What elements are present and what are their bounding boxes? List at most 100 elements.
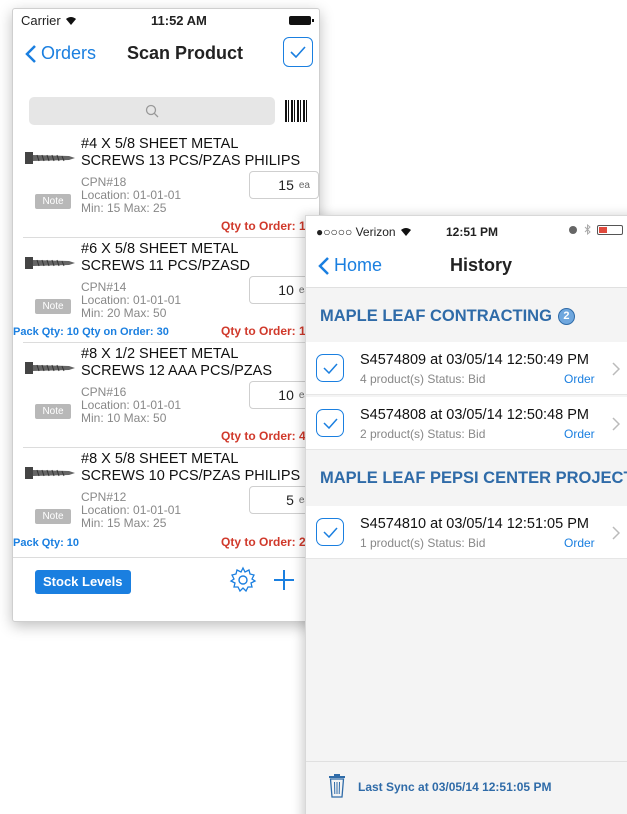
back-button[interactable]: Home [318, 255, 382, 276]
note-button[interactable]: Note [35, 509, 71, 524]
product-name-line1: #4 X 5/8 SHEET METAL [81, 136, 239, 152]
back-label: Orders [41, 43, 97, 63]
stock-levels-button[interactable]: Stock Levels [35, 570, 131, 594]
select-checkbox[interactable] [316, 409, 344, 437]
chevron-left-icon [25, 44, 36, 63]
history-meta: 4 product(s) Status: Bid [360, 372, 486, 386]
product-name-line1: #8 X 5/8 SHEET METAL [81, 451, 239, 467]
checkmark-icon [322, 527, 338, 538]
product-minmax: Min: 10 Max: 50 [81, 411, 167, 425]
bottom-toolbar: Stock Levels [13, 557, 319, 601]
back-label: Home [334, 255, 383, 275]
quantity-value: 10 [278, 282, 294, 298]
quantity-value: 5 [286, 492, 294, 508]
product-cpn: CPN#18 [81, 175, 127, 189]
page-title: History [450, 255, 513, 275]
qty-to-order: Qty to Order: 10 [221, 219, 313, 233]
product-name-line1: #6 X 5/8 SHEET METAL [81, 241, 239, 257]
quantity-field[interactable]: 15 ea [249, 171, 319, 199]
section-title: MAPLE LEAF CONTRACTING [320, 306, 552, 325]
history-row[interactable]: S4574808 at 03/05/14 12:50:48 PM 2 produ… [306, 397, 627, 450]
note-button[interactable]: Note [35, 299, 71, 314]
history-title: S4574809 at 03/05/14 12:50:49 PM [360, 352, 589, 368]
checkmark-icon [322, 363, 338, 374]
carrier-label: Carrier [21, 13, 61, 28]
qty-to-order: Qty to Order: 10 [221, 324, 313, 338]
product-name-line1: #8 X 1/2 SHEET METAL [81, 346, 239, 362]
trash-icon[interactable] [328, 774, 346, 798]
battery-icon [597, 224, 623, 235]
sync-footer: Last Sync at 03/05/14 12:51:05 PM [306, 761, 627, 811]
history-row[interactable]: S4574809 at 03/05/14 12:50:49 PM 4 produ… [306, 342, 627, 395]
product-row[interactable]: #8 X 1/2 SHEET METAL SCREWS 12 AAA PCS/PZ… [23, 343, 319, 448]
product-location: Location: 01-01-01 [81, 398, 182, 412]
barcode-scan-icon[interactable] [285, 100, 309, 122]
screw-icon [25, 362, 75, 374]
quantity-value: 15 [278, 177, 294, 193]
history-title: S4574808 at 03/05/14 12:50:48 PM [360, 407, 589, 423]
product-name-line2: SCREWS 10 PCS/PZAS PHILIPS [81, 468, 301, 484]
chevron-right-icon [612, 417, 620, 431]
product-minmax: Min: 15 Max: 25 [81, 201, 167, 215]
chevron-right-icon [612, 526, 620, 540]
history-row[interactable]: S4574810 at 03/05/14 12:51:05 PM 1 produ… [306, 506, 627, 559]
product-cpn: CPN#14 [81, 280, 127, 294]
status-bar: ●○○○○ Verizon 12:51 PM [306, 216, 627, 242]
history-meta: 1 product(s) Status: Bid [360, 536, 486, 550]
status-time: 11:52 AM [151, 13, 207, 28]
nav-bar: Home History [306, 242, 627, 288]
status-time: 12:51 PM [446, 225, 499, 239]
gear-icon[interactable] [229, 566, 257, 594]
select-checkbox[interactable] [316, 518, 344, 546]
select-checkbox[interactable] [316, 354, 344, 382]
confirm-button[interactable] [283, 37, 313, 67]
history-meta: 2 product(s) Status: Bid [360, 427, 486, 441]
quantity-unit: ea [298, 179, 310, 191]
product-location: Location: 01-01-01 [81, 188, 182, 202]
chevron-right-icon [612, 362, 620, 376]
product-minmax: Min: 20 Max: 50 [81, 306, 167, 320]
history-screen: ●○○○○ Verizon 12:51 PM Home History MAPL… [305, 215, 627, 814]
carrier-label: ●○○○○ Verizon [316, 225, 396, 239]
product-name-line2: SCREWS 12 AAA PCS/PZAS [81, 363, 272, 379]
status-bar: Carrier 11:52 AM [13, 9, 319, 31]
note-button[interactable]: Note [35, 404, 71, 419]
pack-qty: Pack Qty: 10 [13, 537, 80, 549]
product-cpn: CPN#16 [81, 385, 127, 399]
section-header: MAPLE LEAF PEPSI CENTER PROJECT 1 [306, 458, 627, 498]
section-header: MAPLE LEAF CONTRACTING 2 [306, 296, 627, 336]
screw-icon [25, 257, 75, 269]
battery-icon [289, 16, 314, 25]
back-button[interactable]: Orders [25, 43, 96, 64]
search-input[interactable] [29, 97, 275, 125]
order-link[interactable]: Order [564, 536, 595, 550]
qty-to-order: Qty to Order: 20 [221, 535, 313, 549]
pack-qty: Pack Qty: 10 Qty on Order: 30 [13, 326, 169, 338]
chevron-left-icon [318, 256, 329, 275]
product-name-line2: SCREWS 13 PCS/PZAS PHILIPS [81, 153, 301, 169]
order-link[interactable]: Order [564, 427, 595, 441]
alarm-icon [569, 225, 577, 234]
wifi-icon [65, 16, 76, 25]
note-button[interactable]: Note [35, 194, 71, 209]
product-row[interactable]: #8 X 5/8 SHEET METAL SCREWS 10 PCS/PZAS P… [13, 448, 319, 553]
screw-icon [25, 152, 75, 164]
order-link[interactable]: Order [564, 372, 595, 386]
product-row[interactable]: #4 X 5/8 SHEET METAL SCREWS 13 PCS/PZAS P… [23, 133, 319, 238]
last-sync-text: Last Sync at 03/05/14 12:51:05 PM [358, 780, 552, 794]
bluetooth-icon [584, 224, 591, 235]
add-icon[interactable] [271, 567, 297, 593]
product-row[interactable]: #6 X 5/8 SHEET METAL SCREWS 11 PCS/PZASD … [13, 238, 319, 343]
checkmark-icon [322, 418, 338, 429]
count-badge: 2 [557, 307, 575, 325]
page-title: Scan Product [127, 43, 244, 63]
product-name-line2: SCREWS 11 PCS/PZASD [81, 258, 250, 274]
product-cpn: CPN#12 [81, 490, 127, 504]
checkmark-icon [290, 46, 306, 58]
section-title: MAPLE LEAF PEPSI CENTER PROJECT [320, 468, 627, 487]
scan-product-screen: Carrier 11:52 AM Orders Scan Product #4 … [12, 8, 320, 622]
product-location: Location: 01-01-01 [81, 503, 182, 517]
product-list: #4 X 5/8 SHEET METAL SCREWS 13 PCS/PZAS P… [13, 133, 319, 553]
product-minmax: Min: 15 Max: 25 [81, 516, 167, 530]
wifi-icon [400, 228, 411, 236]
